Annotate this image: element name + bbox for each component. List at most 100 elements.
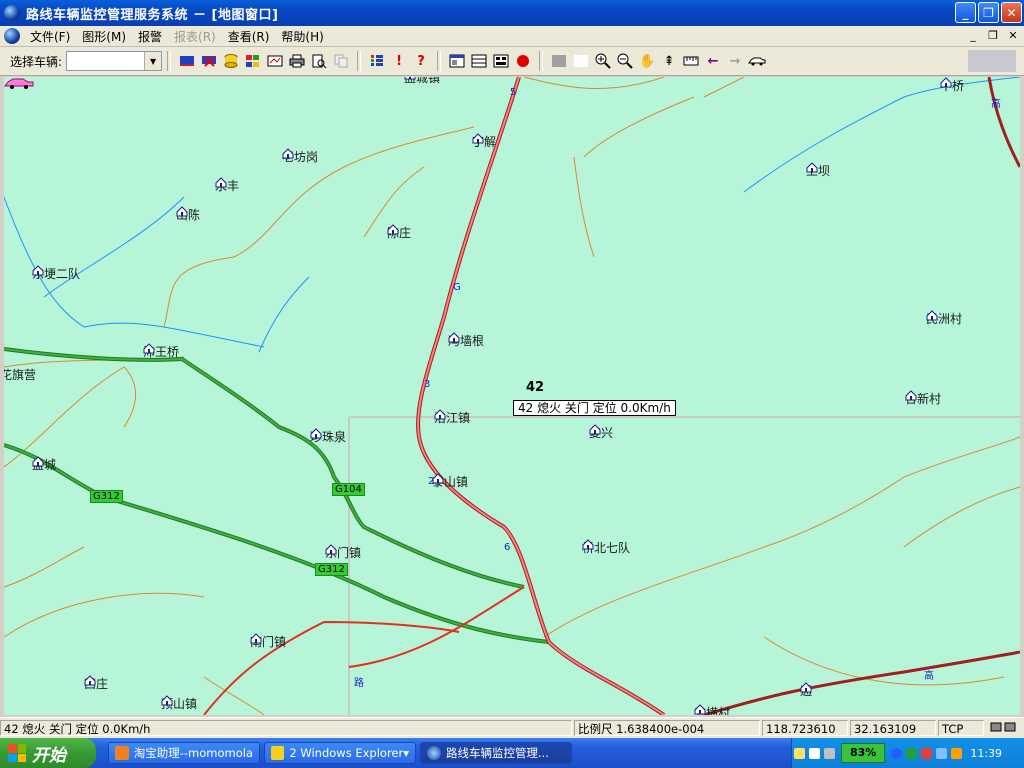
vehicle-add-icon[interactable] <box>177 51 197 71</box>
map-place[interactable]: 东门镇 <box>325 544 361 561</box>
menu-file[interactable]: 文件(F) <box>24 28 76 45</box>
minor-road <box>4 592 205 638</box>
map-place[interactable]: 老坊岗 <box>282 148 318 165</box>
track-icon[interactable] <box>265 51 285 71</box>
volume-icon[interactable] <box>951 747 963 759</box>
minor-road <box>573 156 595 258</box>
map-place[interactable]: 民洲村 <box>926 310 962 327</box>
minor-road <box>523 77 665 89</box>
highway <box>987 77 1020 168</box>
menu-bar: 文件(F) 图形(M) 报警 报表(R) 查看(R) 帮助(H) _ ❐ ✕ <box>0 26 1024 47</box>
vehicle-car-icon[interactable] <box>4 77 34 89</box>
ruler-icon[interactable] <box>681 51 701 71</box>
house-icon <box>282 148 294 159</box>
menu-graphics[interactable]: 图形(M) <box>76 28 132 45</box>
back-tray-icon[interactable] <box>891 747 903 759</box>
road-badge: G104 <box>332 483 365 496</box>
navigate-up-icon[interactable]: ⇞ <box>659 51 679 71</box>
restore-button[interactable]: ❐ <box>978 2 999 23</box>
doc-globe-icon[interactable] <box>4 28 20 44</box>
map-place[interactable]: 上坝 <box>806 162 830 179</box>
car-icon[interactable] <box>747 51 767 71</box>
map-place[interactable]: 泰山镇 <box>432 473 468 490</box>
status-longitude: 118.723610 <box>762 720 848 736</box>
menu-view[interactable]: 查看(R) <box>222 28 276 45</box>
house-icon <box>432 473 444 484</box>
house-icon <box>448 332 460 343</box>
minor-road <box>543 436 1020 638</box>
map-place[interactable]: 南门镇 <box>250 633 286 650</box>
globe-icon <box>427 746 441 760</box>
map-place[interactable]: 五横村 <box>694 704 730 715</box>
back-arrow-icon[interactable]: ← <box>703 51 723 71</box>
print-preview-icon[interactable] <box>309 51 329 71</box>
map-place[interactable]: 珍珠泉 <box>310 428 346 445</box>
bulb-icon[interactable] <box>794 747 805 759</box>
map-canvas[interactable]: G312 G104 G312 5 G 3 2 6 路 高 高 盐城镇 丁解 中桥… <box>4 77 1020 715</box>
map-place[interactable]: 复兴 <box>589 424 613 441</box>
pin-icon[interactable] <box>824 747 835 759</box>
alert-icon[interactable]: ! <box>389 51 409 71</box>
task-explorer[interactable]: 2 Windows Explorer ▾ <box>264 742 416 764</box>
map-place[interactable]: 西庄 <box>84 675 108 692</box>
help-icon[interactable]: ? <box>411 51 431 71</box>
map-place[interactable]: 顶山镇 <box>161 695 197 712</box>
print-icon[interactable] <box>287 51 307 71</box>
zoom-out-icon[interactable] <box>615 51 635 71</box>
zoom-in-icon[interactable] <box>593 51 613 71</box>
map-place[interactable]: 合新村 <box>905 390 941 407</box>
house-icon <box>32 456 44 467</box>
panel-icon[interactable] <box>491 51 511 71</box>
map-place[interactable]: 永丰 <box>215 177 239 194</box>
map-place[interactable]: 山陈 <box>176 206 200 223</box>
menu-help[interactable]: 帮助(H) <box>275 28 329 45</box>
network-tray-icon[interactable] <box>936 747 948 759</box>
table-icon[interactable] <box>469 51 489 71</box>
road-number: 3 <box>424 379 431 390</box>
road-badge: G312 <box>90 490 123 503</box>
security-icon[interactable] <box>906 747 918 759</box>
map-place[interactable]: 丁解 <box>472 133 496 150</box>
close-button[interactable]: ✕ <box>1001 2 1022 23</box>
mdi-minimize-button[interactable]: _ <box>966 28 980 42</box>
map-place[interactable]: 冯墙根 <box>448 332 484 349</box>
pan-hand-icon[interactable]: ✋ <box>637 51 657 71</box>
network-icon <box>986 720 1022 736</box>
flag-grid-icon[interactable] <box>243 51 263 71</box>
map-place[interactable]: 桥北七队 <box>582 539 630 556</box>
record-icon[interactable] <box>513 51 533 71</box>
list-icon[interactable] <box>367 51 387 71</box>
vehicle-select[interactable]: ▼ <box>66 51 163 71</box>
help-tray-icon[interactable] <box>809 747 820 759</box>
map-place[interactable]: 沛王桥 <box>143 343 179 360</box>
title-bar: 路线车辆监控管理服务系统 － [地图窗口] _ ❐ ✕ <box>0 0 1024 26</box>
database-icon[interactable] <box>221 51 241 71</box>
start-button[interactable]: 开始 <box>0 738 96 768</box>
map-place[interactable]: 盐城镇 <box>404 77 440 86</box>
window-icon[interactable] <box>447 51 467 71</box>
minimize-button[interactable]: _ <box>955 2 976 23</box>
menu-alarm[interactable]: 报警 <box>132 28 168 45</box>
map-place[interactable]: 花旗营 <box>4 366 36 383</box>
map-place[interactable]: 东埂二队 <box>32 265 80 282</box>
map-place[interactable]: 沿江镇 <box>434 409 470 426</box>
minor-road <box>163 126 475 328</box>
map-place[interactable]: 中桥 <box>940 77 964 94</box>
house-icon <box>215 177 227 188</box>
status-protocol: TCP <box>938 720 984 736</box>
map-place[interactable]: 陈庄 <box>387 224 411 241</box>
house-icon <box>472 133 484 144</box>
map-place[interactable]: 盘城 <box>32 456 56 473</box>
mdi-close-button[interactable]: ✕ <box>1006 28 1020 42</box>
map-place[interactable]: 通 <box>800 682 812 699</box>
task-vehicle-monitor[interactable]: 路线车辆监控管理... <box>420 742 572 764</box>
menu-report[interactable]: 报表(R) <box>168 28 222 45</box>
vehicle-remove-icon[interactable] <box>199 51 219 71</box>
chevron-down-icon[interactable]: ▼ <box>144 52 162 70</box>
mdi-restore-button[interactable]: ❐ <box>986 28 1000 42</box>
clock[interactable]: 11:39 <box>970 747 1002 760</box>
highway <box>348 586 525 668</box>
antivirus-icon[interactable] <box>921 747 933 759</box>
battery-percent[interactable]: 83% <box>841 743 886 763</box>
task-taobao[interactable]: 淘宝助理--momomola <box>108 742 260 764</box>
